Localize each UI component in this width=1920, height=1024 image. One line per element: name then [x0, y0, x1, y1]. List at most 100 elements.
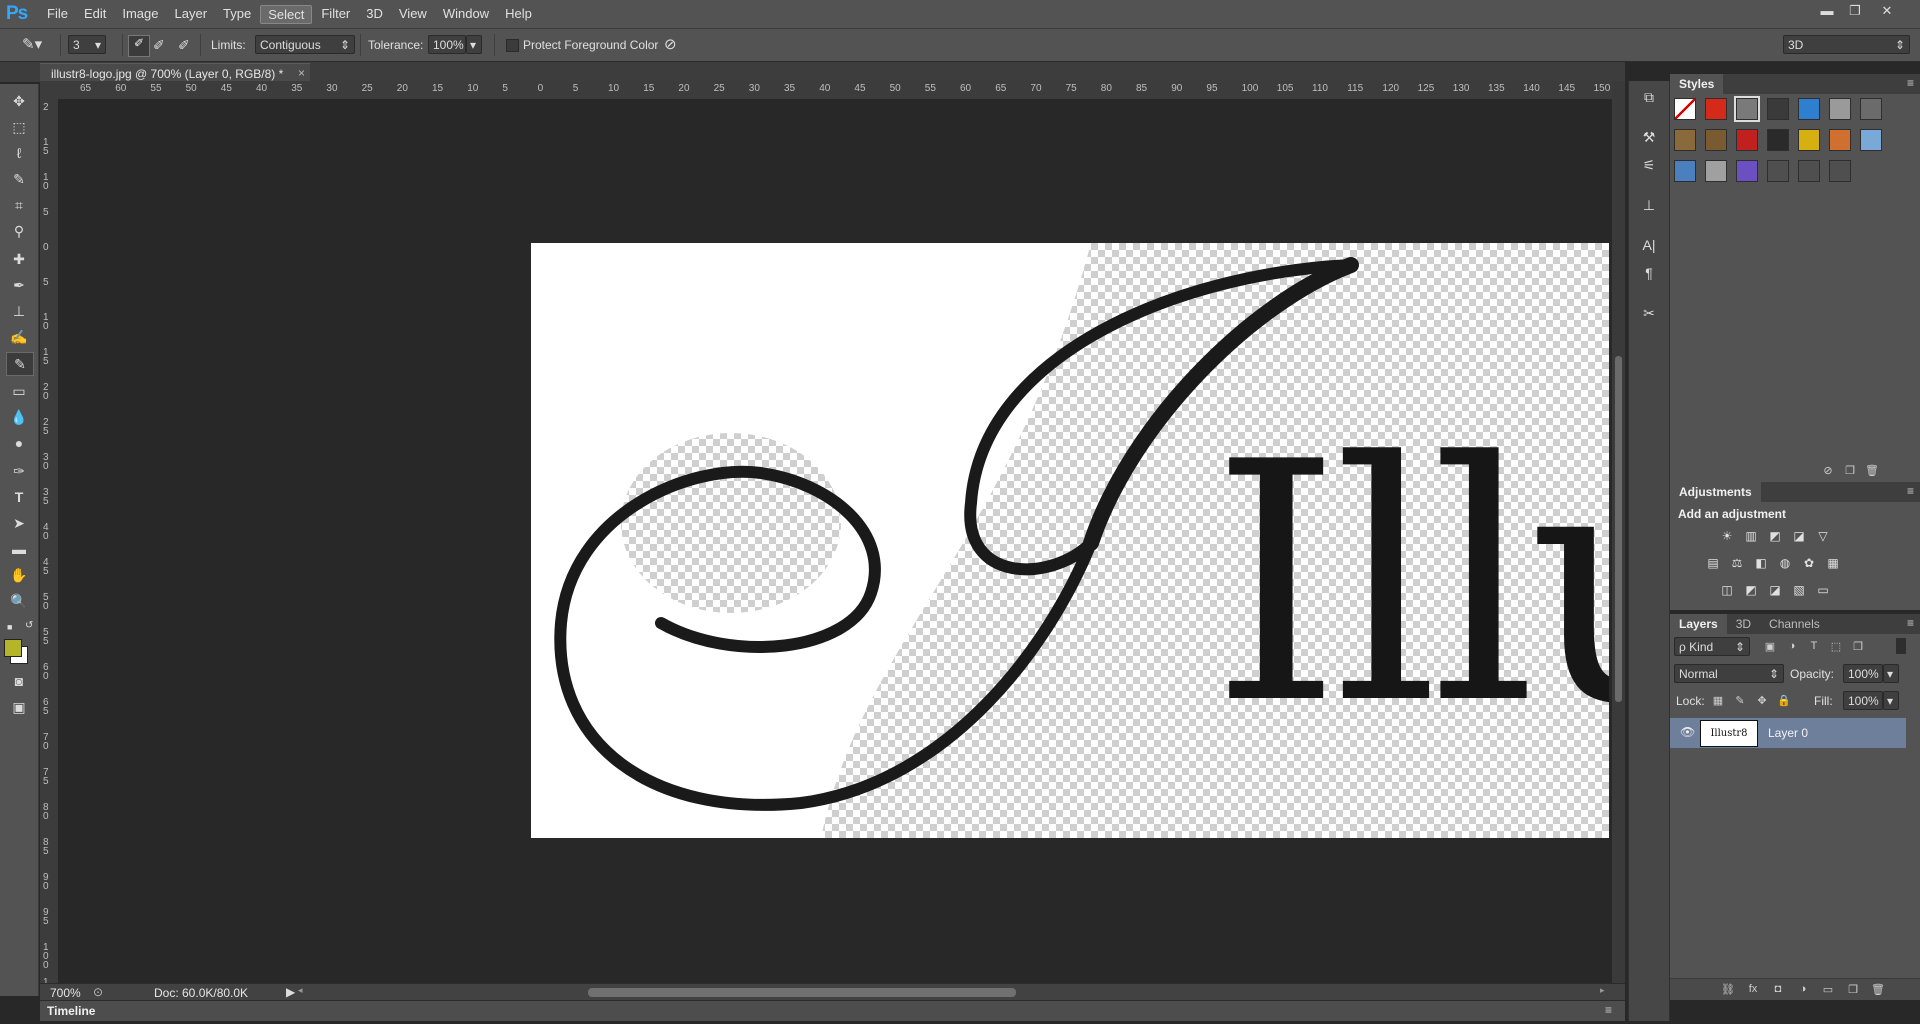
- selective-color-icon[interactable]: ▧: [1790, 582, 1808, 598]
- status-menu-icon[interactable]: ⊙: [93, 985, 103, 999]
- style-swatch[interactable]: [1829, 160, 1851, 182]
- gradient-tool-icon[interactable]: ▭: [6, 380, 32, 402]
- filter-adjustment-icon[interactable]: ◑: [1784, 638, 1800, 654]
- style-swatch[interactable]: [1829, 129, 1851, 151]
- zoom-level[interactable]: 700%: [50, 986, 81, 1000]
- menu-select[interactable]: Select: [260, 5, 313, 24]
- layer-row[interactable]: 👁 Illustr8 Layer 0: [1670, 718, 1906, 748]
- sample-once-icon[interactable]: ✐: [153, 37, 165, 54]
- style-swatch[interactable]: [1860, 98, 1882, 120]
- menu-view[interactable]: View: [392, 5, 434, 24]
- status-arrow-icon[interactable]: ▶: [286, 985, 295, 999]
- brush-tool-icon[interactable]: ✒: [6, 274, 32, 296]
- minimize-icon[interactable]: ▬: [1818, 3, 1836, 19]
- horizontal-scroll-thumb[interactable]: [588, 988, 1016, 997]
- menu-help[interactable]: Help: [498, 5, 539, 24]
- style-swatch[interactable]: [1860, 129, 1882, 151]
- color-lookup-icon[interactable]: ▦: [1824, 555, 1842, 571]
- style-swatch[interactable]: [1829, 98, 1851, 120]
- character-panel-icon[interactable]: A|: [1639, 235, 1659, 255]
- timeline-menu-icon[interactable]: ≡: [1605, 1003, 1612, 1017]
- brush-panel-icon[interactable]: ⚟: [1639, 155, 1659, 175]
- new-layer-icon[interactable]: ❐: [1845, 981, 1861, 997]
- paragraph-panel-icon[interactable]: ¶: [1639, 263, 1659, 283]
- hand-tool-icon[interactable]: ✋: [6, 564, 32, 586]
- new-group-icon[interactable]: ▭: [1820, 981, 1836, 997]
- brightness-contrast-icon[interactable]: ☀: [1718, 528, 1736, 544]
- fill-dropdown[interactable]: ▾: [1883, 691, 1899, 710]
- menu-filter[interactable]: Filter: [314, 5, 357, 24]
- new-adjustment-layer-icon[interactable]: ◑: [1795, 981, 1811, 997]
- menu-window[interactable]: Window: [436, 5, 496, 24]
- filter-shape-icon[interactable]: ⬚: [1828, 638, 1844, 654]
- style-swatch[interactable]: [1734, 96, 1760, 122]
- lock-position-icon[interactable]: ✥: [1754, 692, 1770, 708]
- close-icon[interactable]: ✕: [1878, 3, 1896, 19]
- tools-panel-icon[interactable]: ✂: [1639, 303, 1659, 323]
- black-white-icon[interactable]: ◧: [1752, 555, 1770, 571]
- shape-tool-icon[interactable]: ▬: [6, 538, 32, 560]
- path-selection-tool-icon[interactable]: ➤: [6, 512, 32, 534]
- protect-foreground-checkbox[interactable]: [506, 39, 519, 52]
- document-image[interactable]: Illu: [531, 243, 1609, 838]
- photo-filter-icon[interactable]: ◍: [1776, 555, 1794, 571]
- blur-tool-icon[interactable]: 💧: [6, 406, 32, 428]
- menu-layer[interactable]: Layer: [168, 5, 215, 24]
- filter-pixel-icon[interactable]: ▣: [1762, 638, 1778, 654]
- layer-mask-icon[interactable]: ◘: [1770, 981, 1786, 997]
- menu-type[interactable]: Type: [216, 5, 258, 24]
- tab-3d[interactable]: 3D: [1727, 614, 1760, 634]
- blend-mode-select[interactable]: Normal ⇕: [1674, 664, 1784, 683]
- threshold-icon[interactable]: ◪: [1766, 582, 1784, 598]
- style-swatch[interactable]: [1736, 129, 1758, 151]
- zoom-tool-icon[interactable]: 🔍: [6, 590, 32, 612]
- type-tool-icon[interactable]: T: [6, 486, 32, 508]
- layer-style-icon[interactable]: fx: [1745, 981, 1761, 997]
- style-swatch[interactable]: [1705, 98, 1727, 120]
- tool-presets-icon[interactable]: ⚒: [1639, 127, 1659, 147]
- limits-select[interactable]: Contiguous ⇕: [255, 35, 355, 54]
- timeline-panel[interactable]: Timeline ≡: [40, 1000, 1625, 1021]
- style-swatch[interactable]: [1798, 129, 1820, 151]
- tolerance-dropdown[interactable]: ▾: [466, 35, 482, 54]
- vertical-ruler[interactable]: 2 15 10 5 0 5 10 15 20 25 30 35 40 45 50 55 60 65 70 75 80 85…: [40, 99, 59, 983]
- default-colors-icon[interactable]: ■: [7, 622, 12, 632]
- style-swatch[interactable]: [1705, 160, 1727, 182]
- sample-continuous-icon[interactable]: ✐: [128, 35, 150, 57]
- clear-style-icon[interactable]: ⊘: [1820, 462, 1836, 478]
- screen-mode-icon[interactable]: ▣: [6, 696, 32, 718]
- style-swatch[interactable]: [1798, 160, 1820, 182]
- levels-icon[interactable]: ▥: [1742, 528, 1760, 544]
- menu-file[interactable]: File: [40, 5, 75, 24]
- tab-layers[interactable]: Layers: [1670, 614, 1727, 634]
- filter-smart-object-icon[interactable]: ❐: [1850, 638, 1866, 654]
- channel-mixer-icon[interactable]: ✿: [1800, 555, 1818, 571]
- menu-image[interactable]: Image: [115, 5, 165, 24]
- delete-layer-icon[interactable]: 🗑: [1870, 981, 1886, 997]
- workspace-select[interactable]: 3D ⇕: [1783, 35, 1910, 54]
- eye-icon[interactable]: 👁: [1680, 725, 1695, 739]
- scroll-right-icon[interactable]: ▸: [1600, 985, 1605, 996]
- gradient-map-icon[interactable]: ▭: [1814, 582, 1832, 598]
- adjustments-menu-icon[interactable]: ≡: [1907, 484, 1914, 498]
- clone-source-icon[interactable]: ⊥: [1639, 195, 1659, 215]
- layers-menu-icon[interactable]: ≡: [1907, 616, 1914, 630]
- pressure-size-icon[interactable]: ⊘: [664, 35, 677, 53]
- history-brush-tool-icon[interactable]: ✍: [6, 326, 32, 348]
- quick-select-tool-icon[interactable]: ✎: [6, 168, 32, 190]
- filter-type-icon[interactable]: T: [1806, 638, 1822, 654]
- swap-colors-icon[interactable]: ↺: [25, 620, 33, 631]
- lock-all-icon[interactable]: 🔒: [1776, 692, 1792, 708]
- fill-field[interactable]: 100%: [1843, 691, 1883, 710]
- clone-stamp-tool-icon[interactable]: ⊥: [6, 300, 32, 322]
- layer-filter-select[interactable]: ρ Kind ⇕: [1674, 637, 1750, 656]
- brush-size-field[interactable]: 3 ▾: [68, 35, 106, 54]
- vibrance-icon[interactable]: ▽: [1814, 528, 1832, 544]
- foreground-color-swatch[interactable]: [4, 639, 22, 657]
- scroll-left-icon[interactable]: ◂: [298, 985, 303, 996]
- exposure-icon[interactable]: ◪: [1790, 528, 1808, 544]
- eyedropper-tool-icon[interactable]: ⚲: [6, 220, 32, 242]
- new-style-icon[interactable]: ❐: [1842, 462, 1858, 478]
- crop-tool-icon[interactable]: ⌗: [6, 194, 32, 216]
- styles-menu-icon[interactable]: ≡: [1907, 76, 1914, 90]
